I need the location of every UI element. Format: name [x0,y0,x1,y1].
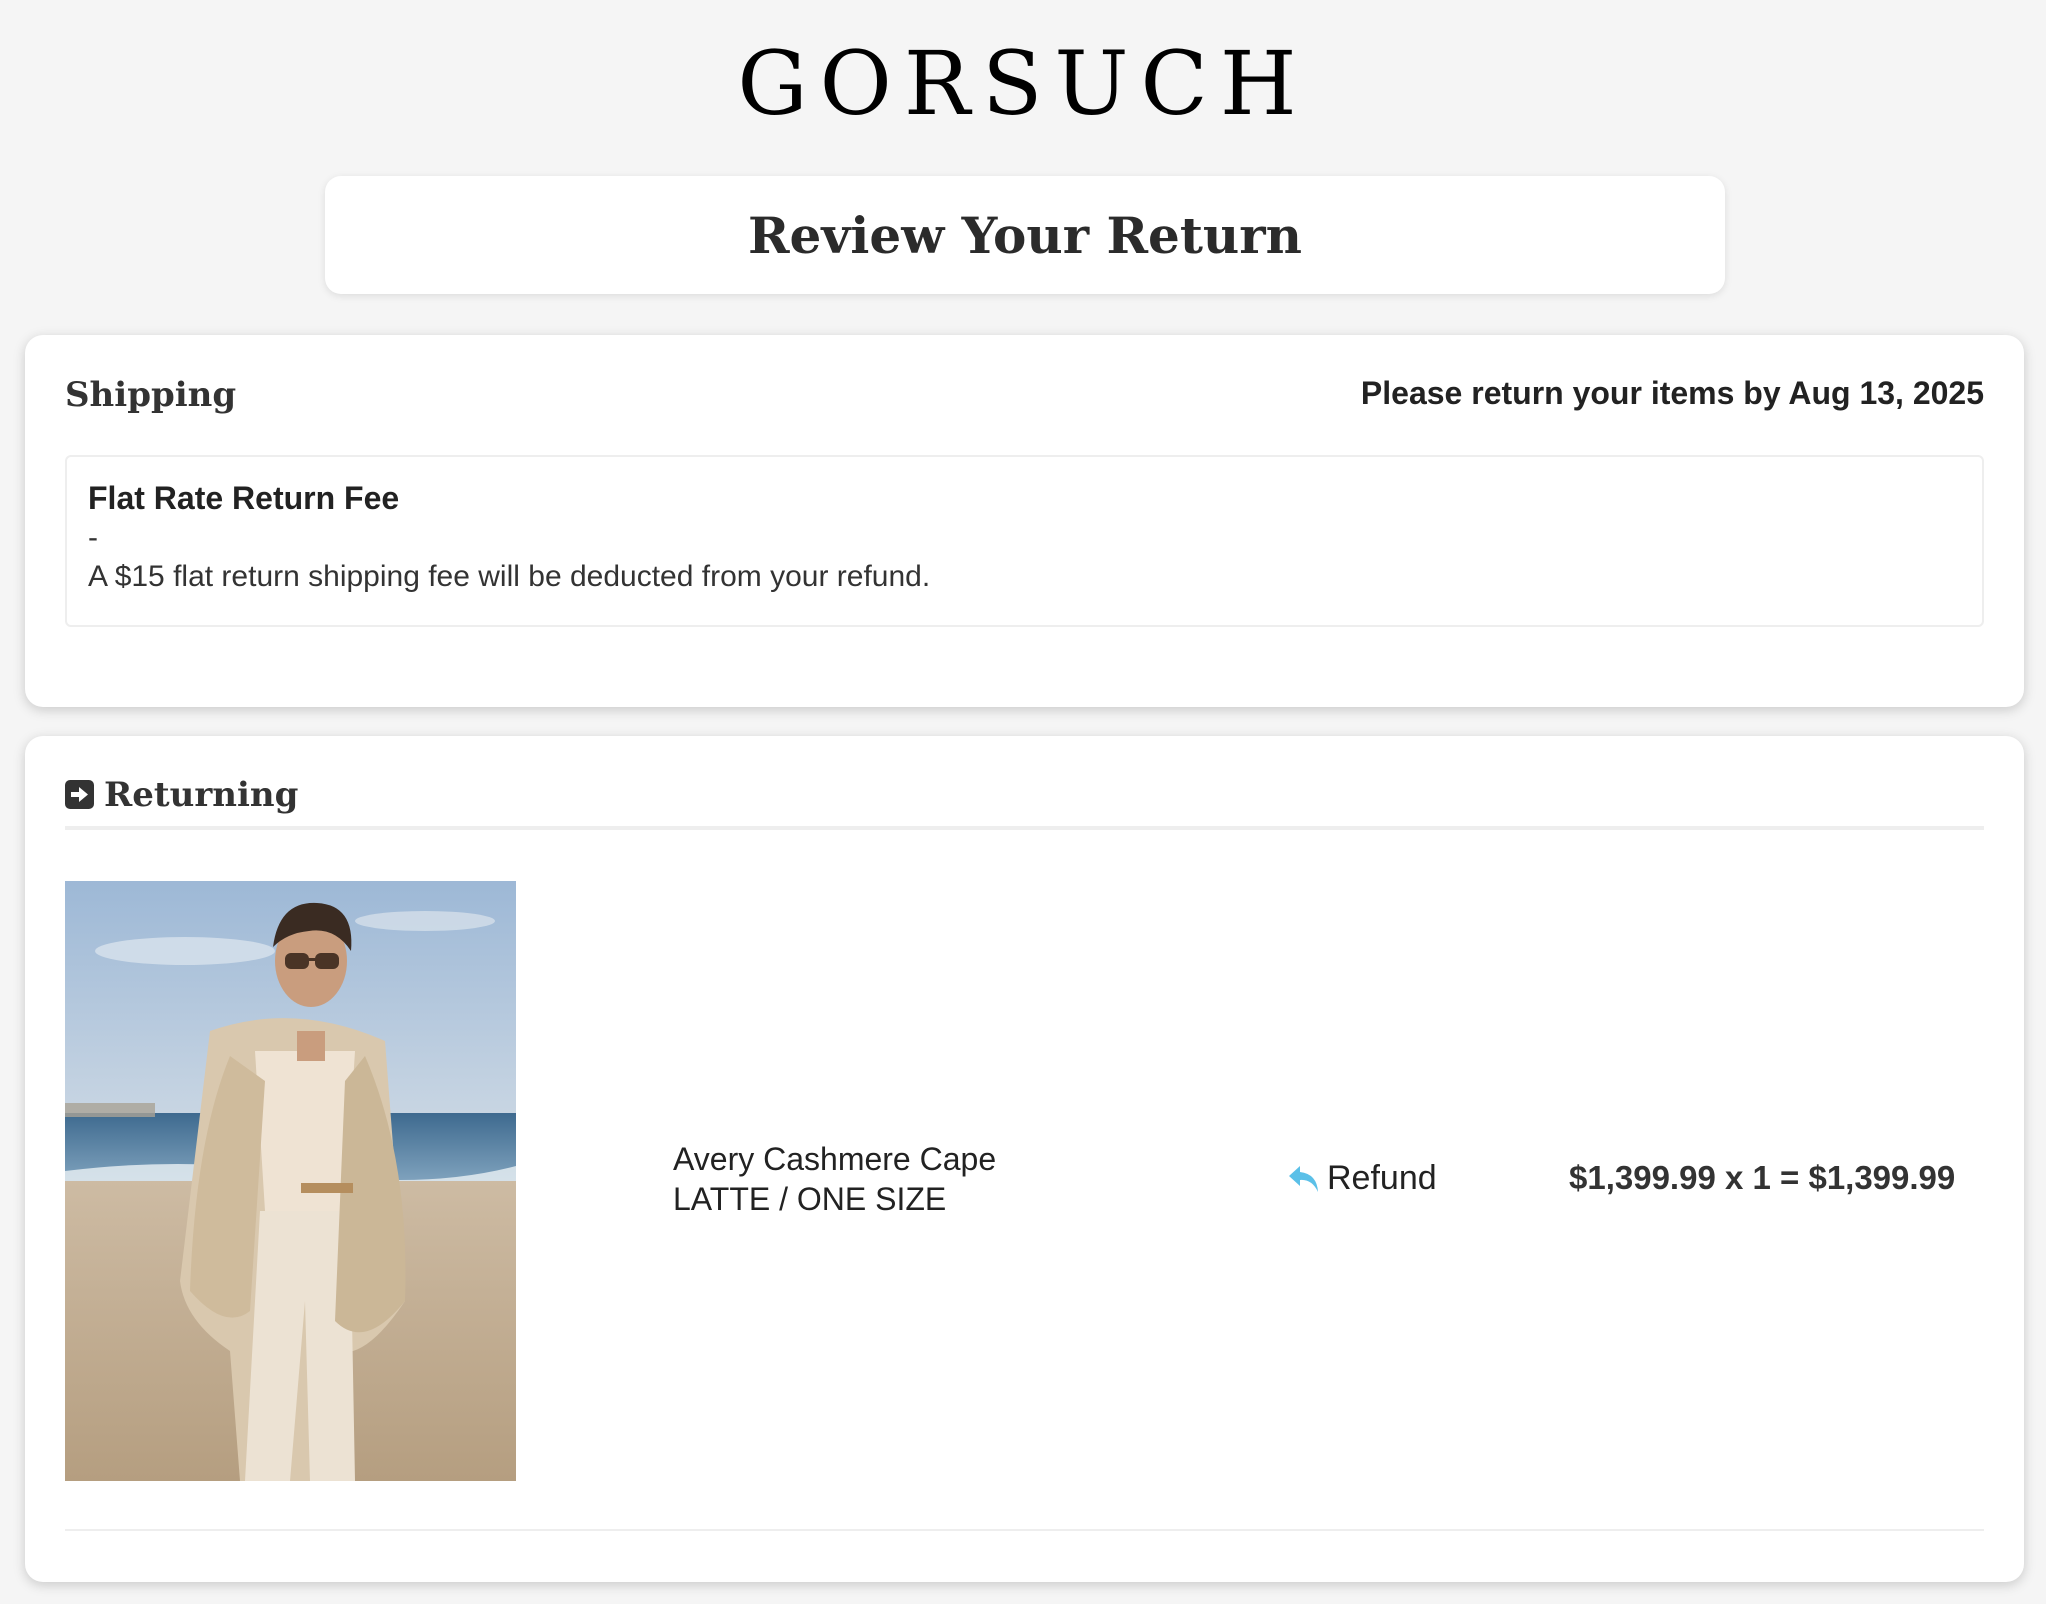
brand-logo: GORSUCH [737,32,1309,135]
page-title-card: Review Your Return [325,176,1725,294]
return-action-label: Refund [1327,1159,1437,1197]
returning-title: Returning [104,775,299,815]
returning-card: Returning Avery Cashmere Cape LATTE / ON… [25,736,2024,1582]
shipping-title: Shipping [65,375,237,415]
product-image [65,881,516,1481]
item-price-line: $1,399.99 x 1 = $1,399.99 [1569,1159,1956,1196]
return-deadline: Please return your items by Aug 13, 2025 [1360,375,1984,411]
shipping-fee-box: Flat Rate Return Fee - A $15 flat return… [65,455,1984,627]
returning-header: Returning [65,776,1984,830]
fee-separator: - [88,521,98,554]
fee-name: Flat Rate Return Fee [88,480,400,516]
page-title: Review Your Return [748,205,1302,265]
shipping-card: Shipping Please return your items by Aug… [25,335,2024,707]
sign-in-icon [65,780,94,809]
item-variant: LATTE / ONE SIZE [673,1181,947,1217]
return-item-row: Avery Cashmere Cape LATTE / ONE SIZE Ref… [65,881,1984,1531]
item-info: Avery Cashmere Cape LATTE / ONE SIZE [673,1139,996,1219]
item-name: Avery Cashmere Cape [673,1141,997,1177]
reply-icon [1287,1164,1321,1194]
return-action: Refund [1287,1159,1437,1198]
fee-description: A $15 flat return shipping fee will be d… [88,560,931,593]
